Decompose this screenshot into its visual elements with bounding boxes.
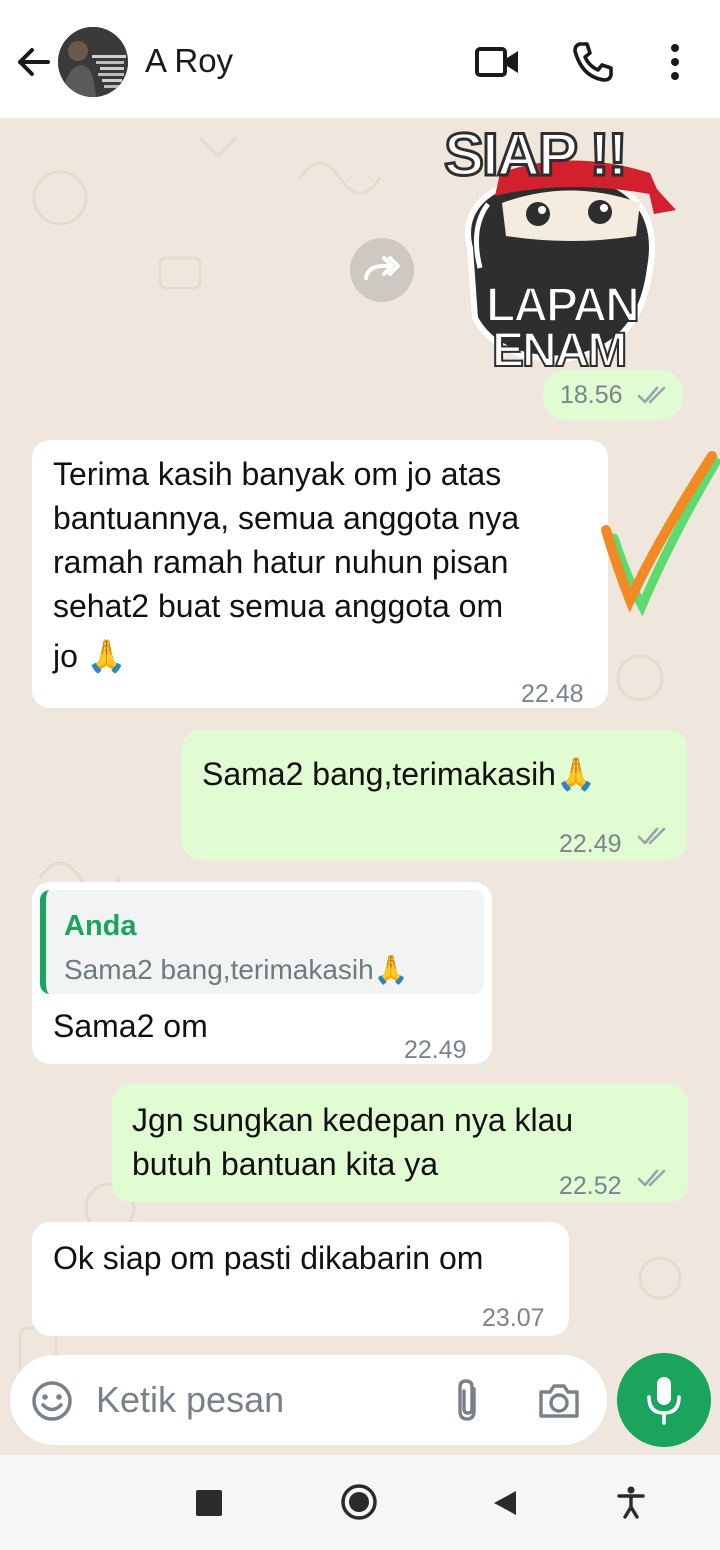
sticker-text-bottom: ENAM [491,323,628,368]
sticker-text-top: SIAP !! [443,120,630,190]
message-time: 22.49 [559,830,622,858]
message-time: 22.52 [559,1172,622,1200]
message-line: bantuannya, semua anggota nya [53,500,520,536]
incoming-reply-message[interactable]: Anda Sama2 bang,terimakasih🙏 Sama2 om 22… [32,882,492,1064]
sticker-message[interactable]: SIAP !! LAPAN ENAM [440,118,680,368]
voice-call-icon[interactable] [570,40,618,84]
video-call-icon[interactable] [474,40,522,84]
forward-icon [364,256,400,280]
quoted-message[interactable]: Anda Sama2 bang,terimakasih🙏 [40,890,484,994]
chat-area[interactable]: SIAP !! LAPAN ENAM 18.56 Terima kasih ba… [0,118,720,1455]
read-ticks-icon [637,1169,666,1187]
system-navigation-bar [0,1455,720,1550]
attach-icon[interactable] [450,1377,486,1425]
incoming-message[interactable]: Ok siap om pasti dikabarin om 23.07 [32,1222,569,1336]
message-time: 23.07 [482,1304,545,1332]
chat-header: A Roy [0,0,720,118]
accessibility-icon[interactable] [616,1485,646,1519]
incoming-message[interactable]: Terima kasih banyak om jo atas bantuanny… [32,440,608,708]
back-triangle-icon[interactable] [492,1489,518,1517]
emoji-icon[interactable] [30,1379,74,1423]
sticker-time-pill: 18.56 [543,370,683,420]
outgoing-message[interactable]: Sama2 bang,terimakasih🙏 22.49 [182,730,687,860]
message-composer[interactable]: Ketik pesan [10,1355,607,1445]
contact-name[interactable]: A Roy [145,42,233,80]
message-line: Jgn sungkan kedepan nya klau [132,1102,574,1138]
back-arrow-icon[interactable] [14,40,54,84]
quote-author: Anda [64,910,137,942]
read-ticks-icon [637,827,666,845]
camera-icon[interactable] [537,1380,581,1420]
message-text: Sama2 om [53,1008,208,1044]
message-line: sehat2 buat semua anggota om [53,588,504,624]
forward-button[interactable] [350,238,414,302]
mic-button[interactable] [617,1353,711,1447]
message-input[interactable]: Ketik pesan [96,1379,284,1421]
mic-icon [647,1377,681,1425]
message-line: Ok siap om pasti dikabarin om [53,1240,484,1276]
recents-square-icon[interactable] [196,1490,222,1516]
home-circle-icon[interactable] [340,1483,378,1521]
message-line: butuh bantuan kita ya [132,1146,439,1182]
read-ticks-icon [637,386,666,404]
message-line: ramah ramah hatur nuhun pisan [53,544,509,580]
message-time: 22.48 [521,680,584,708]
message-line: Terima kasih banyak om jo atas [53,456,502,492]
more-options-icon[interactable] [660,40,690,84]
quote-text: Sama2 bang,terimakasih🙏 [64,954,409,985]
message-time: 18.56 [560,381,623,409]
contact-avatar[interactable] [58,27,128,97]
outgoing-message[interactable]: Jgn sungkan kedepan nya klau butuh bantu… [112,1084,688,1202]
message-line: jo 🙏 [53,638,127,674]
checkmark-scribble-decoration [601,451,720,617]
message-line: Sama2 bang,terimakasih🙏 [202,756,596,792]
message-time: 22.49 [404,1036,467,1064]
